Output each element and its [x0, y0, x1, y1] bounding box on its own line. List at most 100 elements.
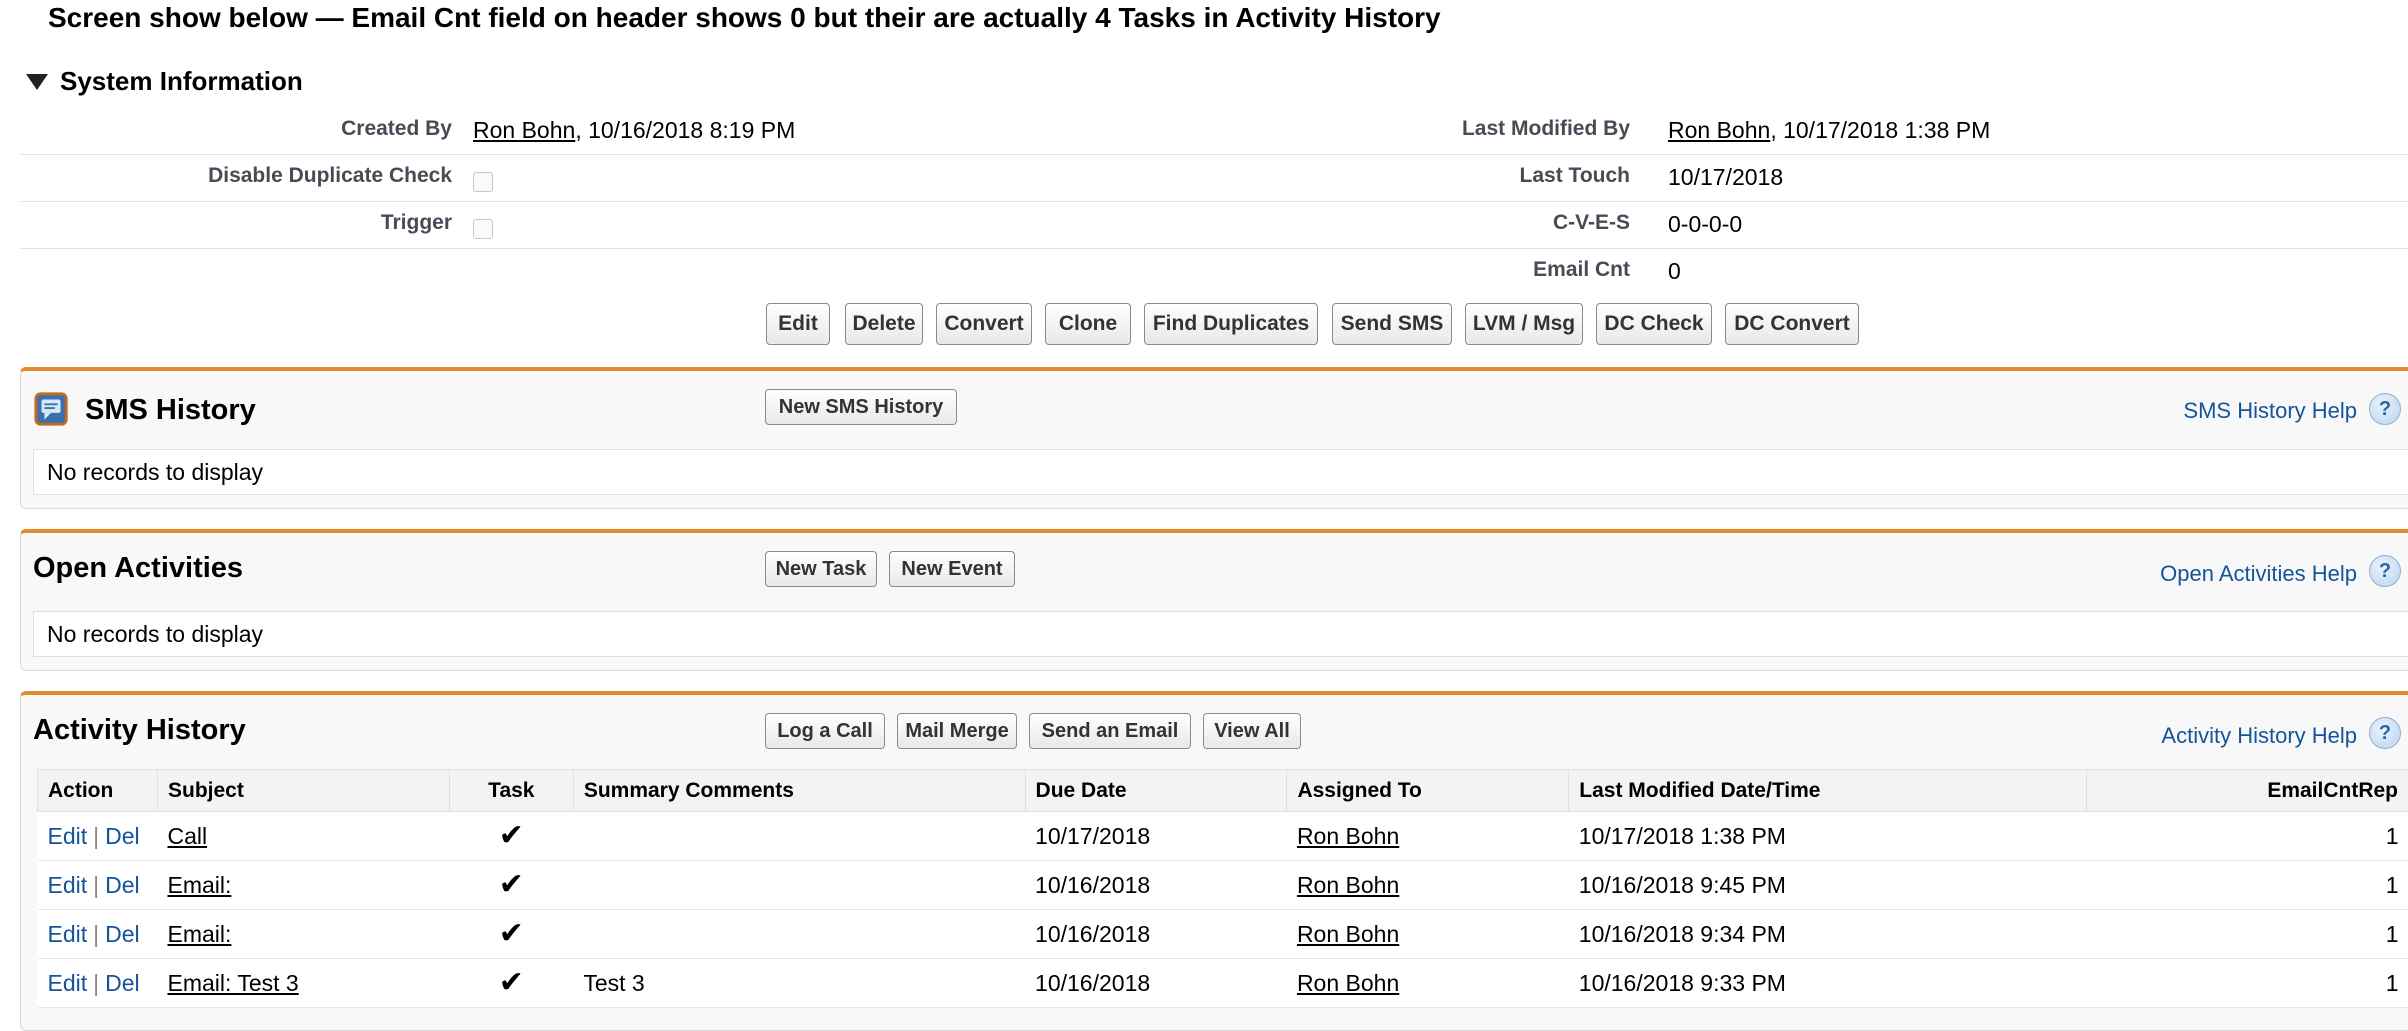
triangle-down-icon: [26, 74, 48, 90]
open-activities-empty: No records to display: [33, 611, 2408, 657]
column-header[interactable]: Due Date: [1025, 770, 1287, 812]
cves-value: 0-0-0-0: [1668, 211, 1742, 238]
column-header[interactable]: Assigned To: [1287, 770, 1569, 812]
due-date-cell: 10/16/2018: [1025, 959, 1287, 1008]
column-header[interactable]: EmailCntRep: [2087, 770, 2408, 812]
open-activities-title: Open Activities: [33, 552, 243, 585]
dc-check-button[interactable]: DC Check: [1596, 303, 1712, 345]
open-activities-help-link[interactable]: Open Activities Help: [2160, 561, 2357, 587]
help-icon[interactable]: ?: [2369, 717, 2401, 749]
mail-merge-button[interactable]: Mail Merge: [897, 713, 1017, 749]
trigger-label: Trigger: [381, 211, 452, 235]
activity-history-help-link[interactable]: Activity History Help: [2161, 723, 2357, 749]
sms-history-empty: No records to display: [33, 449, 2408, 495]
field-row: Created By Ron Bohn, 10/16/2018 8:19 PM …: [20, 108, 2408, 155]
field-row: Disable Duplicate Check Last Touch 10/17…: [20, 155, 2408, 202]
summary-comments-cell: [573, 861, 1025, 910]
field-row: Trigger C-V-E-S 0-0-0-0: [20, 202, 2408, 249]
edit-link[interactable]: Edit: [48, 823, 88, 849]
last-modified-cell: 10/17/2018 1:38 PM: [1569, 812, 2087, 861]
column-header[interactable]: Action: [38, 770, 158, 812]
trigger-checkbox: [473, 219, 493, 239]
email-cnt-rep-cell: 1: [2087, 910, 2408, 959]
activity-history-section: Activity History Log a Call Mail Merge S…: [20, 691, 2408, 1031]
sms-history-icon: [33, 391, 71, 429]
activity-history-table: Action Subject Task Summary Comments Due…: [37, 769, 2408, 1008]
last-modified-by-user-link[interactable]: Ron Bohn: [1668, 117, 1770, 143]
delete-button[interactable]: Delete: [845, 303, 923, 345]
new-task-button[interactable]: New Task: [765, 551, 877, 587]
convert-button[interactable]: Convert: [936, 303, 1032, 345]
send-sms-button[interactable]: Send SMS: [1332, 303, 1452, 345]
cves-label: C-V-E-S: [1553, 211, 1630, 235]
page-caption: Screen show below — Email Cnt field on h…: [48, 0, 1441, 36]
summary-comments-cell: [573, 812, 1025, 861]
column-header[interactable]: Last Modified Date/Time: [1569, 770, 2087, 812]
system-information-toggle[interactable]: System Information: [26, 66, 303, 97]
help-icon[interactable]: ?: [2369, 555, 2401, 587]
email-cnt-value: 0: [1668, 258, 1681, 285]
table-row: Edit|Del Email: Test 3 ✔ Test 3 10/16/20…: [38, 959, 2408, 1008]
record-button-bar: Edit Delete Convert Clone Find Duplicate…: [0, 303, 2408, 347]
action-cell: Edit|Del: [38, 959, 158, 1008]
column-header[interactable]: Summary Comments: [573, 770, 1025, 812]
checkmark-icon: ✔: [499, 868, 524, 901]
send-an-email-button[interactable]: Send an Email: [1029, 713, 1191, 749]
new-event-button[interactable]: New Event: [889, 551, 1015, 587]
created-by-value: Ron Bohn, 10/16/2018 8:19 PM: [473, 117, 795, 144]
assigned-to-link[interactable]: Ron Bohn: [1297, 921, 1399, 947]
find-duplicates-button[interactable]: Find Duplicates: [1144, 303, 1318, 345]
edit-link[interactable]: Edit: [48, 872, 88, 898]
dc-convert-button[interactable]: DC Convert: [1725, 303, 1859, 345]
table-row: Edit|Del Email: ✔ 10/16/2018 Ron Bohn 10…: [38, 861, 2408, 910]
created-by-user-link[interactable]: Ron Bohn: [473, 117, 575, 143]
email-cnt-rep-cell: 1: [2087, 959, 2408, 1008]
action-cell: Edit|Del: [38, 812, 158, 861]
subject-link[interactable]: Email:: [167, 872, 231, 898]
disable-duplicate-check-label: Disable Duplicate Check: [208, 164, 452, 188]
del-link[interactable]: Del: [105, 872, 140, 898]
field-row: Email Cnt 0: [20, 249, 2408, 295]
clone-button[interactable]: Clone: [1045, 303, 1131, 345]
email-cnt-rep-cell: 1: [2087, 861, 2408, 910]
checkmark-icon: ✔: [499, 917, 524, 950]
edit-link[interactable]: Edit: [48, 921, 88, 947]
del-link[interactable]: Del: [105, 921, 140, 947]
sms-history-help-link[interactable]: SMS History Help: [2183, 398, 2357, 424]
sms-history-title: SMS History: [85, 394, 256, 427]
trigger-value: [473, 211, 493, 245]
disable-duplicate-checkbox: [473, 172, 493, 192]
assigned-to-link[interactable]: Ron Bohn: [1297, 823, 1399, 849]
help-icon[interactable]: ?: [2369, 393, 2401, 425]
checkmark-icon: ✔: [499, 819, 524, 852]
del-link[interactable]: Del: [105, 823, 140, 849]
column-header[interactable]: Subject: [157, 770, 449, 812]
system-information-fields: Created By Ron Bohn, 10/16/2018 8:19 PM …: [20, 108, 2408, 295]
subject-link[interactable]: Email:: [167, 921, 231, 947]
last-touch-value: 10/17/2018: [1668, 164, 1783, 191]
system-information-title: System Information: [60, 66, 303, 97]
del-link[interactable]: Del: [105, 970, 140, 996]
last-modified-cell: 10/16/2018 9:45 PM: [1569, 861, 2087, 910]
edit-link[interactable]: Edit: [48, 970, 88, 996]
view-all-button[interactable]: View All: [1203, 713, 1301, 749]
action-separator: |: [93, 872, 99, 898]
action-separator: |: [93, 823, 99, 849]
subject-link[interactable]: Call: [167, 823, 207, 849]
email-cnt-rep-cell: 1: [2087, 812, 2408, 861]
last-modified-by-label: Last Modified By: [1462, 117, 1630, 141]
column-header[interactable]: Task: [449, 770, 573, 812]
action-separator: |: [93, 921, 99, 947]
last-modified-cell: 10/16/2018 9:34 PM: [1569, 910, 2087, 959]
new-sms-history-button[interactable]: New SMS History: [765, 389, 957, 425]
log-a-call-button[interactable]: Log a Call: [765, 713, 885, 749]
summary-comments-cell: Test 3: [573, 959, 1025, 1008]
disable-duplicate-check-value: [473, 164, 493, 198]
lvm-msg-button[interactable]: LVM / Msg: [1465, 303, 1583, 345]
subject-link[interactable]: Email: Test 3: [167, 970, 298, 996]
last-modified-by-date: , 10/17/2018 1:38 PM: [1770, 117, 1990, 143]
assigned-to-link[interactable]: Ron Bohn: [1297, 970, 1399, 996]
assigned-to-link[interactable]: Ron Bohn: [1297, 872, 1399, 898]
edit-button[interactable]: Edit: [766, 303, 830, 345]
created-by-label: Created By: [341, 117, 452, 141]
